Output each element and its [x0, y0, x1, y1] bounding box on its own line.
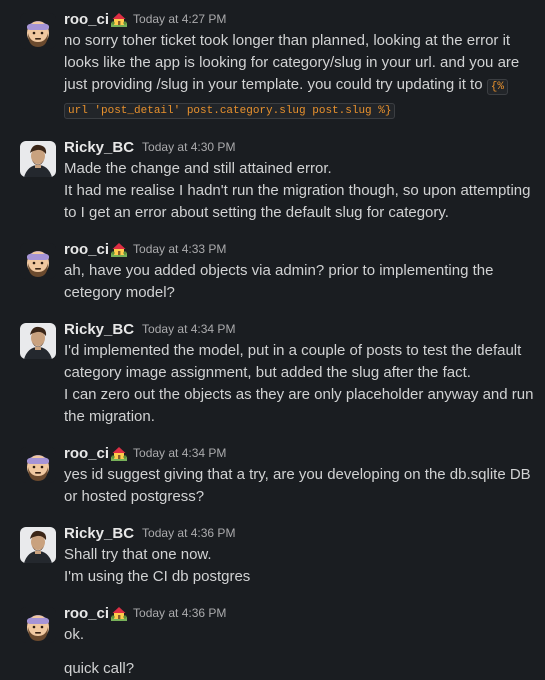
- message-text: looks like the app is looking for catego…: [64, 54, 520, 71]
- author-name[interactable]: Ricky_BC: [64, 321, 134, 338]
- message-text: I can zero out the objects as they are o…: [64, 386, 534, 403]
- message: roo_ci Today at 4:27 PM no sorry toher t…: [0, 8, 545, 122]
- avatar[interactable]: [20, 243, 56, 279]
- message-text: ok.: [64, 626, 85, 643]
- author-name[interactable]: roo_ci: [64, 445, 109, 462]
- author-name[interactable]: roo_ci: [64, 11, 109, 28]
- message: roo_ci Today at 4:36 PM ok. quick call?: [0, 602, 545, 680]
- author-name[interactable]: Ricky_BC: [64, 525, 134, 542]
- author-name[interactable]: Ricky_BC: [64, 139, 134, 156]
- message-text: Shall try that one now.: [64, 546, 212, 563]
- message-text: quick call?: [64, 660, 135, 677]
- message-text: to I get an error about setting the defa…: [64, 204, 449, 221]
- message-timestamp[interactable]: Today at 4:34 PM: [133, 446, 226, 460]
- inline-code: url 'post_detail' post.category.slug pos…: [64, 103, 396, 119]
- message-text: url 'post_detail' post.category.slug pos…: [64, 98, 537, 122]
- message-text: yes id suggest giving that a try, are yo…: [64, 466, 531, 483]
- message-timestamp[interactable]: Today at 4:30 PM: [142, 140, 235, 154]
- message-timestamp[interactable]: Today at 4:36 PM: [133, 606, 226, 620]
- message-text: category image assignment, but added the…: [64, 364, 471, 381]
- avatar[interactable]: [20, 141, 56, 177]
- message-text: Made the change and still attained error…: [64, 160, 332, 177]
- message: Ricky_BC Today at 4:36 PM Shall try that…: [0, 522, 545, 588]
- author-name[interactable]: roo_ci: [64, 241, 109, 258]
- message-text-segment: just providing /slug in your template. y…: [64, 76, 487, 93]
- message-text: I'd implemented the model, put in a coup…: [64, 342, 522, 359]
- message-text: no sorry toher ticket took longer than p…: [64, 32, 511, 49]
- message: Ricky_BC Today at 4:30 PM Made the chang…: [0, 136, 545, 224]
- house-with-garden-icon[interactable]: [111, 606, 128, 621]
- message-feed: roo_ci Today at 4:27 PM no sorry toher t…: [0, 0, 545, 680]
- author-name[interactable]: roo_ci: [64, 605, 109, 622]
- house-with-garden-icon[interactable]: [111, 242, 128, 257]
- inline-code: {%: [486, 79, 508, 95]
- avatar[interactable]: [20, 447, 56, 483]
- house-with-garden-icon[interactable]: [111, 446, 128, 461]
- message-text: cetegory model?: [64, 284, 175, 301]
- avatar[interactable]: [20, 527, 56, 563]
- house-with-garden-icon[interactable]: [111, 12, 128, 27]
- message-timestamp[interactable]: Today at 4:36 PM: [142, 526, 235, 540]
- message-timestamp[interactable]: Today at 4:33 PM: [133, 242, 226, 256]
- message-text: ah, have you added objects via admin? pr…: [64, 262, 494, 279]
- message: roo_ci Today at 4:34 PM yes id suggest g…: [0, 442, 545, 508]
- message: roo_ci Today at 4:33 PM ah, have you add…: [0, 238, 545, 304]
- avatar[interactable]: [20, 607, 56, 643]
- message-text: or hosted postgress?: [64, 488, 205, 505]
- message: Ricky_BC Today at 4:34 PM I'd implemente…: [0, 318, 545, 428]
- avatar[interactable]: [20, 13, 56, 49]
- message-text: I'm using the CI db postgres: [64, 568, 251, 585]
- message-text: the migration.: [64, 408, 155, 425]
- avatar[interactable]: [20, 323, 56, 359]
- message-text: just providing /slug in your template. y…: [64, 74, 537, 98]
- message-timestamp[interactable]: Today at 4:27 PM: [133, 12, 226, 26]
- message-text: It had me realise I hadn't run the migra…: [64, 182, 531, 199]
- message-timestamp[interactable]: Today at 4:34 PM: [142, 322, 235, 336]
